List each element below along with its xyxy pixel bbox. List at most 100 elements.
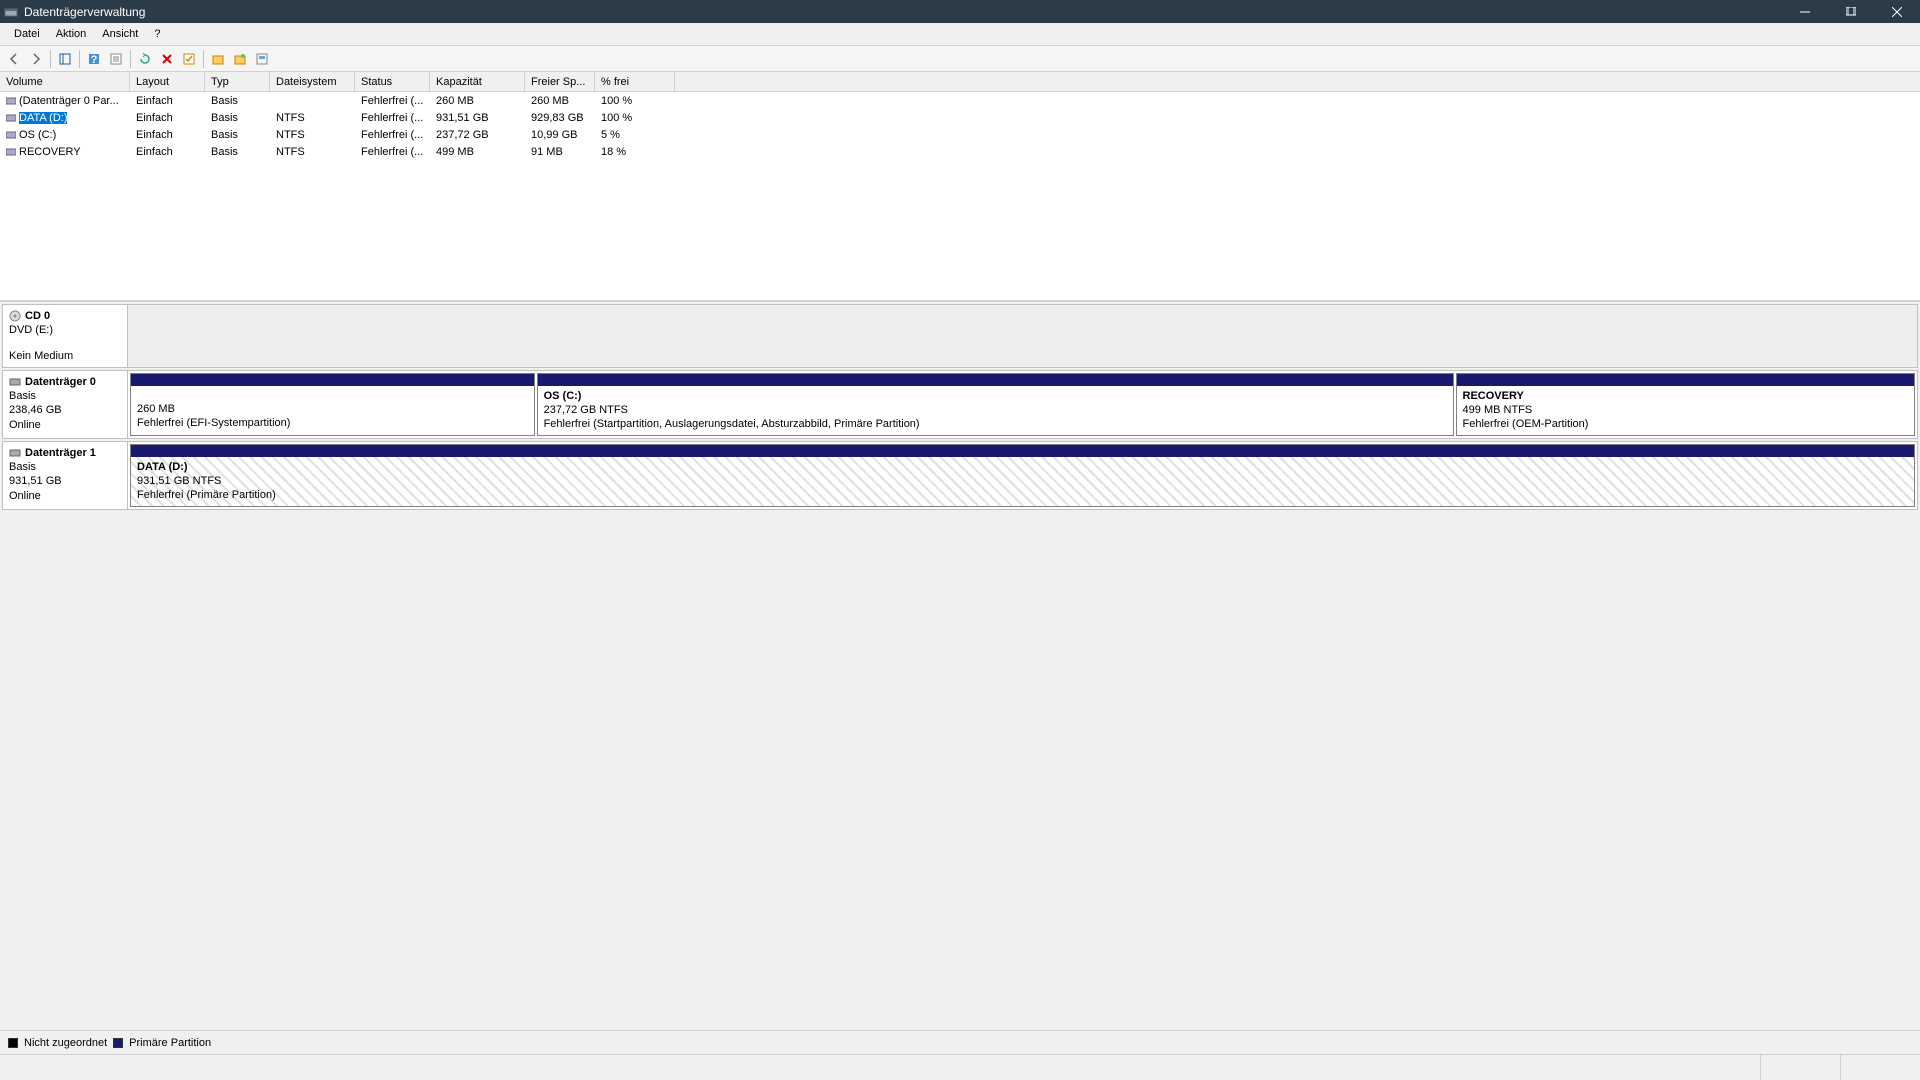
statusbar-cell-main xyxy=(0,1055,1760,1080)
volume-cap: 499 MB xyxy=(430,146,525,158)
disk-0-type: Basis xyxy=(9,389,121,403)
partition[interactable]: OS (C:)237,72 GB NTFSFehlerfrei (Startpa… xyxy=(537,373,1454,436)
toolbar: ? xyxy=(0,46,1920,72)
col-pct[interactable]: % frei xyxy=(595,72,675,91)
minimize-button[interactable] xyxy=(1782,0,1828,23)
col-fs[interactable]: Dateisystem xyxy=(270,72,355,91)
col-volume[interactable]: Volume xyxy=(0,72,130,91)
partition[interactable]: 260 MBFehlerfrei (EFI-Systempartition) xyxy=(130,373,535,436)
menu-help[interactable]: ? xyxy=(146,25,168,43)
legend: Nicht zugeordnet Primäre Partition xyxy=(0,1030,1920,1054)
partition-status: Fehlerfrei (EFI-Systempartition) xyxy=(137,416,528,430)
col-typ[interactable]: Typ xyxy=(205,72,270,91)
properties-icon[interactable] xyxy=(106,49,126,69)
action2-icon[interactable] xyxy=(230,49,250,69)
volume-fs: NTFS xyxy=(270,146,355,158)
col-status[interactable]: Status xyxy=(355,72,430,91)
volume-layout: Einfach xyxy=(130,112,205,124)
volume-pct: 5 % xyxy=(595,129,675,141)
volume-status: Fehlerfrei (... xyxy=(355,146,430,158)
delete-icon[interactable] xyxy=(157,49,177,69)
statusbar-cell-2 xyxy=(1840,1055,1920,1080)
volume-free: 10,99 GB xyxy=(525,129,595,141)
volume-typ: Basis xyxy=(205,112,270,124)
volume-row[interactable]: OS (C:)EinfachBasisNTFSFehlerfrei (...23… xyxy=(0,126,1920,143)
volume-fs: NTFS xyxy=(270,112,355,124)
titlebar: Datenträgerverwaltung xyxy=(0,0,1920,23)
window-title: Datenträgerverwaltung xyxy=(24,5,1782,19)
partition[interactable]: RECOVERY499 MB NTFSFehlerfrei (OEM-Parti… xyxy=(1456,373,1915,436)
statusbar-cell-1 xyxy=(1760,1055,1840,1080)
help-icon[interactable]: ? xyxy=(84,49,104,69)
disk-1-size: 931,51 GB xyxy=(9,474,121,488)
disk-1-state: Online xyxy=(9,489,121,503)
maximize-button[interactable] xyxy=(1828,0,1874,23)
volume-cap: 237,72 GB xyxy=(430,129,525,141)
svg-text:?: ? xyxy=(91,54,98,66)
disk-1-title: Datenträger 1 xyxy=(25,446,96,460)
menu-datei[interactable]: Datei xyxy=(6,25,48,43)
volume-name: RECOVERY xyxy=(19,146,81,158)
partition-size: 260 MB xyxy=(137,402,528,416)
volume-cap: 260 MB xyxy=(430,95,525,107)
partition-status: Fehlerfrei (Startpartition, Auslagerungs… xyxy=(544,417,1447,431)
partition-status: Fehlerfrei (Primäre Partition) xyxy=(137,488,1908,502)
refresh-icon[interactable] xyxy=(135,49,155,69)
partition-size: 499 MB NTFS xyxy=(1463,403,1908,417)
partition-status: Fehlerfrei (OEM-Partition) xyxy=(1463,417,1908,431)
check-icon[interactable] xyxy=(179,49,199,69)
disk-cd0[interactable]: CD 0 DVD (E:) Kein Medium xyxy=(2,304,1918,368)
menu-aktion[interactable]: Aktion xyxy=(48,25,95,43)
app-icon xyxy=(4,5,18,19)
legend-primary: Primäre Partition xyxy=(129,1037,211,1049)
disk-icon xyxy=(9,376,21,388)
forward-button[interactable] xyxy=(26,49,46,69)
disk-0-state: Online xyxy=(9,418,121,432)
disk-icon xyxy=(9,447,21,459)
volume-row[interactable]: (Datenträger 0 Par...EinfachBasisFehlerf… xyxy=(0,92,1920,109)
volume-layout: Einfach xyxy=(130,129,205,141)
volume-fs: NTFS xyxy=(270,129,355,141)
volume-layout: Einfach xyxy=(130,146,205,158)
volume-free: 91 MB xyxy=(525,146,595,158)
volume-status: Fehlerfrei (... xyxy=(355,95,430,107)
disk-1-header: Datenträger 1 xyxy=(9,446,121,460)
disk-0-title: Datenträger 0 xyxy=(25,375,96,389)
graphical-view[interactable]: CD 0 DVD (E:) Kein Medium Datenträger 0 … xyxy=(0,302,1920,1030)
disk-1-type: Basis xyxy=(9,460,121,474)
partition-name: RECOVERY xyxy=(1463,389,1908,403)
back-button[interactable] xyxy=(4,49,24,69)
partition[interactable]: DATA (D:)931,51 GB NTFSFehlerfrei (Primä… xyxy=(130,444,1915,507)
partition-header xyxy=(131,445,1914,457)
partition-header xyxy=(538,374,1453,386)
show-hide-button[interactable] xyxy=(55,49,75,69)
volume-header: Volume Layout Typ Dateisystem Status Kap… xyxy=(0,72,1920,92)
menubar: Datei Aktion Ansicht ? xyxy=(0,23,1920,46)
volume-status: Fehlerfrei (... xyxy=(355,129,430,141)
disk-0-size: 238,46 GB xyxy=(9,403,121,417)
disk-cd0-line2: Kein Medium xyxy=(9,349,121,363)
volume-list[interactable]: Volume Layout Typ Dateisystem Status Kap… xyxy=(0,72,1920,302)
volume-pct: 18 % xyxy=(595,146,675,158)
close-button[interactable] xyxy=(1874,0,1920,23)
cd-icon xyxy=(9,310,21,322)
volume-pct: 100 % xyxy=(595,95,675,107)
col-layout[interactable]: Layout xyxy=(130,72,205,91)
col-cap[interactable]: Kapazität xyxy=(430,72,525,91)
settings-icon[interactable] xyxy=(252,49,272,69)
partition-header xyxy=(1457,374,1914,386)
action1-icon[interactable] xyxy=(208,49,228,69)
disk-0[interactable]: Datenträger 0 Basis 238,46 GB Online 260… xyxy=(2,370,1918,439)
swatch-unalloc xyxy=(8,1038,18,1048)
menu-ansicht[interactable]: Ansicht xyxy=(94,25,146,43)
volume-typ: Basis xyxy=(205,129,270,141)
partition-size: 931,51 GB NTFS xyxy=(137,474,1908,488)
volume-status: Fehlerfrei (... xyxy=(355,112,430,124)
disk-cd0-header: CD 0 xyxy=(9,309,121,323)
disk-1[interactable]: Datenträger 1 Basis 931,51 GB Online DAT… xyxy=(2,441,1918,510)
volume-row[interactable]: RECOVERYEinfachBasisNTFSFehlerfrei (...4… xyxy=(0,143,1920,160)
partition-header xyxy=(131,374,534,386)
volume-row[interactable]: DATA (D:)EinfachBasisNTFSFehlerfrei (...… xyxy=(0,109,1920,126)
col-free[interactable]: Freier Sp... xyxy=(525,72,595,91)
swatch-primary xyxy=(113,1038,123,1048)
